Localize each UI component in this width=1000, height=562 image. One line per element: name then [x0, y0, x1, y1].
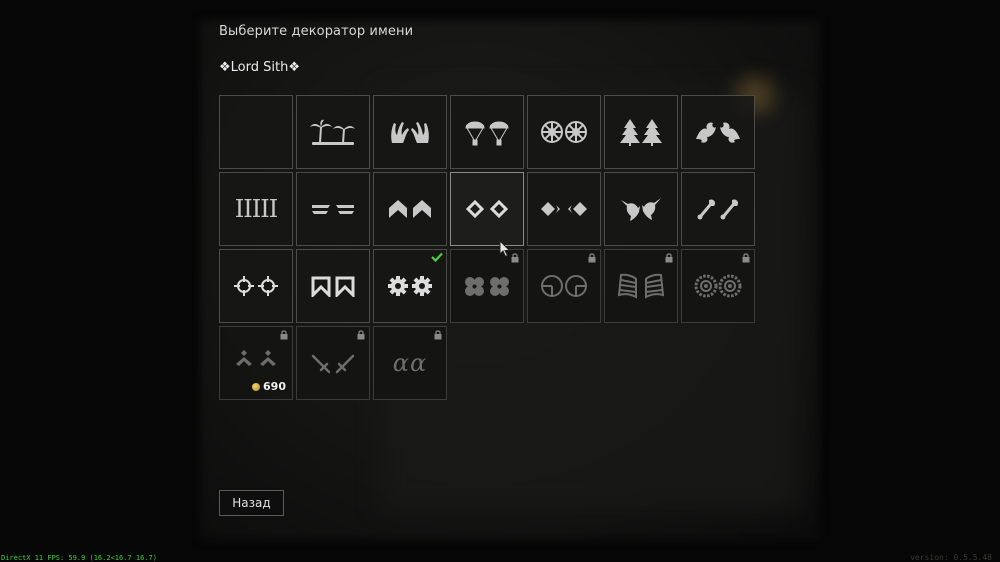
arrow-diamonds-icon [541, 202, 587, 216]
fps-counter: DirectX 11 FPS: 59.9 (16.2<16.7 16.7) [1, 554, 157, 562]
decorator-ribbons[interactable] [296, 249, 370, 323]
decorator-claws[interactable] [373, 95, 447, 169]
dragons-icon [696, 122, 740, 143]
decorator-rank-chevrons[interactable]: 690 [219, 326, 293, 400]
ribbons-icon [311, 276, 355, 297]
lock-icon [434, 330, 442, 340]
lock-icon [665, 253, 673, 263]
version-label: version: 0.5.5.48 [910, 553, 992, 562]
selected-check-icon [431, 252, 443, 262]
lock-icon [511, 253, 519, 263]
coin-icon [252, 382, 261, 391]
fir-trees-icon [620, 119, 662, 146]
gears-icon [388, 276, 432, 296]
parachutes-icon [465, 121, 509, 146]
diamonds-icon [465, 199, 509, 219]
decorator-wheels[interactable] [527, 95, 601, 169]
decorator-crosshairs[interactable] [219, 249, 293, 323]
decorator-clovers[interactable] [450, 249, 524, 323]
price-tag: 690 [252, 380, 286, 393]
decorator-wrenches[interactable] [681, 172, 755, 246]
back-button[interactable]: Назад [219, 490, 284, 516]
mouse-cursor-icon [499, 240, 511, 258]
sprockets-icon [694, 274, 742, 298]
clovers-icon [465, 277, 509, 296]
decorator-dragons[interactable] [681, 95, 755, 169]
rank-chevrons-icon [236, 350, 276, 366]
lock-icon [357, 330, 365, 340]
alpha-icon: αα [392, 349, 428, 377]
decorator-scopes[interactable] [527, 249, 601, 323]
claws-icon [391, 122, 429, 143]
tracks-icon [617, 273, 665, 299]
decorator-gears[interactable] [373, 249, 447, 323]
decorator-tracks[interactable] [604, 249, 678, 323]
bars-icon: IIIII [234, 195, 278, 223]
lock-icon [742, 253, 750, 263]
decorator-diamonds[interactable] [450, 172, 524, 246]
palm-trees-icon [310, 119, 355, 145]
decorator-crossed-swords[interactable] [296, 326, 370, 400]
decorator-chevrons[interactable] [373, 172, 447, 246]
decorator-bars[interactable]: IIIII [219, 172, 293, 246]
decorator-alpha[interactable]: αα [373, 326, 447, 400]
lock-icon [588, 253, 596, 263]
name-preview: ❖Lord Sith❖ [219, 60, 300, 75]
wrenches-icon [697, 199, 739, 220]
decorator-palm-trees[interactable] [296, 95, 370, 169]
decorator-arrow-diamonds[interactable] [527, 172, 601, 246]
decorator-parachutes[interactable] [450, 95, 524, 169]
wheels-icon [541, 121, 587, 143]
decorator-fir-trees[interactable] [604, 95, 678, 169]
price-value: 690 [263, 380, 286, 393]
decorator-grid: IIIII 690 αα [219, 95, 755, 400]
page-title: Выберите декоратор имени [219, 24, 414, 39]
lock-icon [280, 330, 288, 340]
scopes-icon [541, 275, 587, 297]
chevrons-icon [389, 200, 431, 218]
decorator-swordfish[interactable] [604, 172, 678, 246]
decorator-sprockets[interactable] [681, 249, 755, 323]
decorator-empty[interactable] [219, 95, 293, 169]
crossed-swords-icon [311, 354, 355, 374]
wings-icon [312, 205, 354, 214]
swordfish-icon [621, 198, 661, 221]
crosshairs-icon [234, 276, 278, 296]
decorator-wings[interactable] [296, 172, 370, 246]
